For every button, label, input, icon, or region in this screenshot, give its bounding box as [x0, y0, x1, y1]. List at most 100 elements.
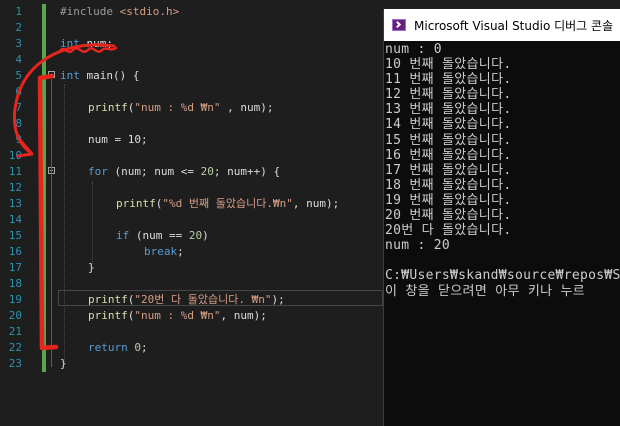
code-line-3[interactable]: int num; [60, 36, 113, 52]
keyword: if [116, 229, 130, 242]
line-number: 16 [8, 245, 22, 258]
keyword: for [88, 165, 108, 178]
indent-guide [92, 182, 93, 264]
code-line-7[interactable]: printf("num : %d ₩n" , num); [88, 100, 273, 116]
code-text: (num; num <= [107, 165, 201, 178]
line-number: 10 [8, 149, 22, 162]
console-line: 16 번째 돌았습니다. [385, 147, 512, 163]
keyword: int [60, 69, 80, 82]
code-text: ); [271, 293, 285, 306]
code-text: , num); [220, 101, 274, 114]
line-number: 3 [15, 37, 22, 50]
fold-toggle-main[interactable] [48, 71, 55, 78]
code-text: , num); [292, 197, 340, 210]
line-number: 20 [8, 309, 22, 322]
line-number-gutter: 1 2 3 4 5 6 7 8 9 10 11 12 13 14 15 16 17 18 19 20 21 22 23 [0, 0, 30, 426]
line-number: 1 [15, 5, 22, 18]
line-number: 14 [8, 213, 22, 226]
line-number: 12 [8, 181, 22, 194]
console-line: 18 번째 돌았습니다. [385, 177, 512, 193]
code-text: main() { [79, 69, 140, 82]
function-name: printf [88, 309, 128, 322]
console-line: 20 번째 돌았습니다. [385, 208, 512, 224]
console-title: Microsoft Visual Studio 디버그 콘솔 [414, 18, 614, 33]
line-number: 19 [8, 293, 22, 306]
debug-console-window[interactable]: Microsoft Visual Studio 디버그 콘솔 num : 0 10… [383, 9, 620, 426]
string-literal: "num : %d ₩n" [134, 101, 221, 114]
code-text: (num == [129, 229, 189, 242]
function-name: printf [88, 293, 128, 306]
line-number: 2 [15, 21, 22, 34]
code-line-13[interactable]: printf("%d 번째 돌았습니다.₩n", num); [116, 196, 339, 212]
line-number: 11 [8, 165, 22, 178]
console-line: 11 번째 돌았습니다. [385, 72, 512, 88]
fold-region-for [51, 175, 52, 270]
line-number: 8 [15, 117, 22, 130]
line-number: 15 [8, 229, 22, 242]
code-line-20[interactable]: printf("num : %d ₩n", num); [88, 308, 267, 324]
string-literal: "%d 번째 돌았습니다.₩n" [162, 197, 293, 210]
code-text: ) [202, 229, 209, 242]
code-text: num; [79, 37, 113, 50]
code-text: ; [141, 341, 148, 354]
line-number: 22 [8, 341, 22, 354]
number-literal: 20 [188, 229, 203, 242]
console-line: 10 번째 돌았습니다. [385, 57, 512, 73]
console-output[interactable]: num : 0 10 번째 돌았습니다. 11 번째 돌았습니다. 12 번째 돌았습… [384, 41, 620, 299]
preprocessor-directive: #include [60, 5, 113, 18]
console-line: C:₩Users₩skand₩source₩repos₩St [385, 268, 620, 284]
code-text: ; num++) { [213, 165, 281, 178]
function-name: printf [88, 101, 128, 114]
line-number: 5 [15, 69, 22, 82]
code-line-15[interactable]: if (num == 20) [116, 228, 209, 244]
code-line-9[interactable]: num = 10; [88, 132, 148, 148]
code-text: num = 10; [88, 133, 148, 146]
code-line-17[interactable]: } [88, 260, 95, 276]
code-text: , num); [220, 309, 267, 322]
code-line-22[interactable]: return 0; [88, 340, 148, 356]
console-line: num : 20 [385, 238, 451, 254]
line-number: 18 [8, 277, 22, 290]
console-line: 12 번째 돌았습니다. [385, 87, 512, 103]
code-line-11[interactable]: for (num; num <= 20; num++) { [88, 164, 280, 180]
number-literal: 0 [134, 341, 141, 354]
code-line-19[interactable]: printf("20번 다 돌았습니다. ₩n"); [88, 292, 285, 308]
console-line: 14 번째 돌았습니다. [385, 117, 512, 133]
code-line-23[interactable]: } [60, 356, 67, 372]
string-literal: "20번 다 돌았습니다. ₩n" [134, 293, 272, 306]
code-line-1[interactable]: #include <stdio.h> [60, 4, 179, 20]
code-editor[interactable]: 1 2 3 4 5 6 7 8 9 10 11 12 13 14 15 16 17 18 19 20 21 22 23 #i… [0, 0, 383, 426]
keyword: break [144, 245, 178, 258]
keyword: return [88, 341, 128, 354]
console-line: 20번 다 돌았습니다. [385, 223, 512, 239]
visual-studio-icon [392, 19, 406, 31]
line-number: 4 [15, 53, 22, 66]
line-number: 21 [8, 325, 22, 338]
code-text: } [60, 357, 67, 370]
function-name: printf [116, 197, 156, 210]
console-line: 17 번째 돌았습니다. [385, 162, 512, 178]
change-tracking-bar [42, 4, 46, 372]
string-literal: "num : %d ₩n" [134, 309, 221, 322]
code-text: ; [177, 245, 184, 258]
console-line: 19 번째 돌았습니다. [385, 192, 512, 208]
line-number: 13 [8, 197, 22, 210]
keyword: int [60, 37, 80, 50]
line-number: 23 [8, 357, 22, 370]
indent-guide [64, 84, 65, 364]
code-line-16[interactable]: break; [144, 244, 184, 260]
console-line: 15 번째 돌았습니다. [385, 132, 512, 148]
console-line: num : 0 [385, 42, 442, 57]
line-number: 7 [15, 101, 22, 114]
line-number: 6 [15, 85, 22, 98]
code-line-5[interactable]: int main() { [60, 68, 139, 84]
line-number: 9 [15, 133, 22, 146]
include-path: <stdio.h> [112, 5, 180, 18]
number-literal: 20 [200, 165, 214, 178]
console-titlebar[interactable]: Microsoft Visual Studio 디버그 콘솔 [384, 9, 620, 41]
console-line: 13 번째 돌았습니다. [385, 102, 512, 118]
console-line: 이 창을 닫으려면 아무 키나 누르 [385, 283, 586, 299]
line-number: 17 [8, 261, 22, 274]
code-text: } [88, 261, 95, 274]
